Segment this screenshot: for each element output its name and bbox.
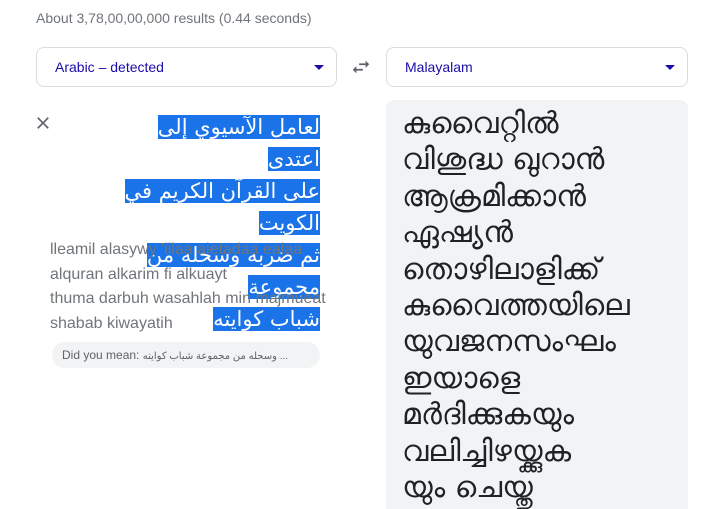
- translation-line: തൊഴിലാളിക്ക്: [402, 251, 601, 287]
- swap-horiz-icon[interactable]: [350, 56, 372, 78]
- target-language-select[interactable]: Malayalam: [386, 47, 688, 87]
- transliteration-line: shabab kiwayatih: [50, 314, 173, 332]
- close-icon[interactable]: [33, 113, 53, 133]
- did-you-mean-label: Did you mean:: [62, 348, 140, 362]
- caret-down-icon: [665, 65, 675, 70]
- translation-line: ആക്രമിക്കാൻ: [402, 178, 586, 214]
- source-language-label: Arabic – detected: [55, 59, 164, 75]
- transliteration-line: lleamil alasywy 'iilaa aietadaa ealaa: [50, 241, 303, 258]
- did-you-mean-suggestion[interactable]: ... وسحله من مجموعة شباب كوايته: [143, 351, 288, 362]
- translation-line: യുവജനസംഘം: [402, 324, 616, 360]
- translation-line: വിശുദ്ധ ഖുറാൻ: [402, 142, 605, 178]
- transliteration: lleamil alasywy 'iilaa aietadaa ealaa al…: [50, 238, 330, 336]
- translation-line: കുവൈറ്റിൽ: [402, 106, 559, 141]
- transliteration-line: thuma darbuh wasahlah min majmueat: [50, 290, 326, 307]
- results-stats: About 3,78,00,00,000 results (0.44 secon…: [36, 10, 312, 26]
- source-line: على القرآن الكريم في الكويت: [124, 179, 320, 235]
- translation-line: കുവൈത്തയിലെ: [402, 288, 630, 324]
- translation-line: മർദിക്കുകയും: [402, 397, 575, 433]
- transliteration-line: alquran alkarim fi alkuayt: [50, 265, 227, 283]
- source-line: لعامل الآسيوي إلى اعتدى: [157, 115, 320, 171]
- source-language-select[interactable]: Arabic – detected: [36, 47, 337, 87]
- caret-down-icon: [314, 65, 324, 70]
- did-you-mean-chip[interactable]: Did you mean: ... وسحله من مجموعة شباب ك…: [52, 342, 320, 368]
- translation-line: ഏഷ്യൻ: [402, 215, 513, 251]
- translation-line: വലിച്ചിഴയ്ക്കുക: [402, 433, 572, 469]
- translation-line: ഇയാളെ: [402, 360, 521, 396]
- target-language-label: Malayalam: [405, 59, 473, 75]
- translation-text: കുവൈറ്റിൽ വിശുദ്ധ ഖുറാൻ ആക്രമിക്കാൻ ഏഷ്യ…: [402, 106, 682, 506]
- translation-line: യും ചെയ്തു: [402, 470, 533, 506]
- translation-panel: കുവൈറ്റിൽ വിശുദ്ധ ഖുറാൻ ആക്രമിക്കാൻ ഏഷ്യ…: [386, 100, 688, 509]
